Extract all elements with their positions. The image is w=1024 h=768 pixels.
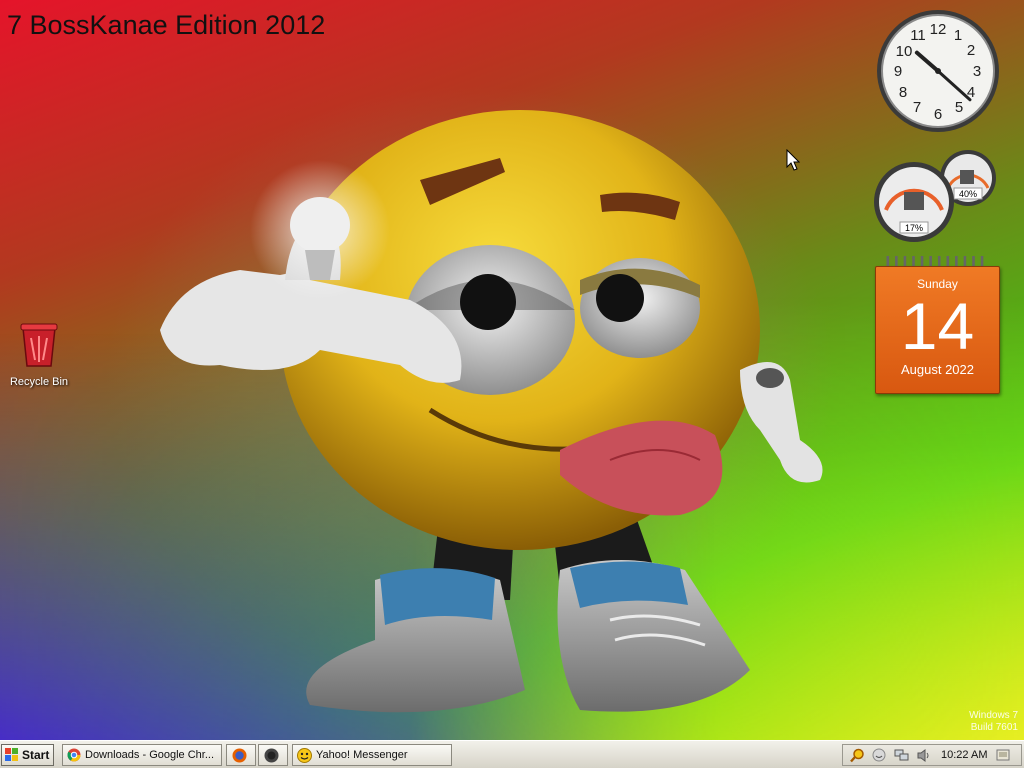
chrome-icon — [67, 748, 81, 762]
system-tray: 10:22 AM — [842, 744, 1022, 766]
taskbar-button-chrome[interactable]: Downloads - Google Chr... — [62, 744, 222, 766]
cpu-chip-icon — [904, 192, 924, 210]
start-label: Start — [22, 748, 50, 762]
taskbar-button-app[interactable] — [258, 744, 288, 766]
app-circle-icon — [264, 748, 278, 762]
memory-percent: 40% — [959, 189, 977, 199]
volume-icon[interactable] — [915, 747, 931, 763]
windows-watermark: Windows 7 Build 7601 — [969, 710, 1018, 734]
watermark-line-2: Build 7601 — [970, 722, 1018, 733]
svg-text:8: 8 — [899, 84, 907, 101]
clock-gadget[interactable]: 12 1 2 345 678 9 10 11 — [875, 8, 1001, 139]
watermark-line-1: Windows 7 — [969, 710, 1018, 721]
calendar-page: Sunday 14 August 2022 — [875, 266, 1000, 394]
taskbar-button-yahoo-messenger[interactable]: Yahoo! Messenger — [292, 744, 452, 766]
taskbar-clock[interactable]: 10:22 AM — [941, 749, 987, 761]
cpu-percent: 17% — [905, 223, 923, 233]
start-button[interactable]: Start — [1, 744, 54, 766]
svg-text:6: 6 — [934, 106, 942, 123]
recycle-bin-label: Recycle Bin — [9, 376, 69, 388]
edition-title: 7 BossKanae Edition 2012 — [7, 10, 326, 40]
svg-text:10: 10 — [896, 43, 913, 60]
svg-text:1: 1 — [954, 27, 962, 44]
search-icon[interactable] — [849, 747, 865, 763]
show-desktop-icon[interactable] — [995, 747, 1011, 763]
calendar-day-number: 14 — [900, 289, 975, 363]
memory-chip-icon — [960, 170, 974, 184]
recycle-bin-icon — [20, 323, 58, 367]
calendar-gadget[interactable]: Sunday 14 August 2022 — [875, 256, 1000, 394]
svg-text:5: 5 — [955, 99, 963, 116]
desktop[interactable]: 7 BossKanae Edition 2012 Recycle Bin 12 … — [0, 0, 1024, 740]
taskbar-button-label: Downloads - Google Chr... — [85, 749, 215, 761]
windows-flag-icon — [5, 748, 18, 761]
svg-text:9: 9 — [894, 63, 902, 80]
svg-text:7: 7 — [913, 99, 921, 116]
network-icon[interactable] — [893, 747, 909, 763]
taskbar-button-firefox[interactable] — [226, 744, 256, 766]
calendar-month-year: August 2022 — [900, 362, 974, 377]
svg-text:12: 12 — [930, 21, 947, 38]
svg-text:3: 3 — [973, 63, 981, 80]
svg-text:11: 11 — [910, 27, 926, 44]
taskbar: Start Downloads - Google Chr... Yahoo! M… — [0, 740, 1024, 768]
mouse-cursor-icon — [786, 149, 800, 171]
messenger-tray-icon[interactable] — [871, 747, 887, 763]
taskbar-button-label: Yahoo! Messenger — [316, 749, 408, 761]
recycle-bin-shortcut[interactable]: Recycle Bin — [6, 322, 72, 388]
firefox-icon — [232, 748, 246, 762]
yahoo-messenger-icon — [297, 747, 312, 763]
wallpaper-smiley-art — [160, 110, 823, 713]
svg-text:2: 2 — [967, 42, 975, 59]
cpu-meter-gadget[interactable]: 40% 17% — [872, 148, 1000, 249]
